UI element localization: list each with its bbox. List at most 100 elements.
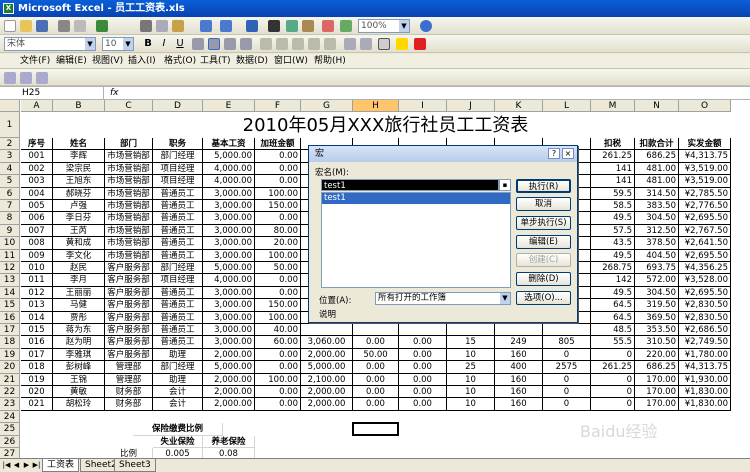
increase-indent-icon[interactable] <box>360 38 372 50</box>
table-cell[interactable]: 马健 <box>53 299 105 312</box>
menu-item[interactable]: 编辑(E) <box>56 55 87 68</box>
header-cell[interactable]: 姓名 <box>53 138 105 151</box>
table-cell[interactable]: 0.00 <box>255 274 301 287</box>
print-icon[interactable] <box>58 20 70 32</box>
table-cell[interactable]: 3,000.00 <box>203 224 255 238</box>
table-cell[interactable]: 10 <box>447 373 495 386</box>
header-cell[interactable]: 扣款合计 <box>635 138 679 151</box>
row-header[interactable]: 12 <box>0 262 20 275</box>
table-cell[interactable]: 2,000.00 <box>203 398 255 411</box>
table-cell[interactable]: 59.5 <box>591 187 635 200</box>
table-cell[interactable]: 100.00 <box>255 373 301 386</box>
table-cell[interactable]: 0 <box>543 348 591 362</box>
table-cell[interactable]: 64.5 <box>591 299 635 312</box>
table-cell[interactable]: 64.5 <box>591 311 635 324</box>
table-cell[interactable]: 018 <box>21 361 53 374</box>
table-cell[interactable]: 王芮 <box>53 224 105 238</box>
row-header[interactable]: 2 <box>0 138 20 151</box>
fx-icon[interactable]: fx <box>110 87 119 100</box>
table-cell[interactable]: 016 <box>21 336 53 349</box>
table-cell[interactable]: 0 <box>543 386 591 399</box>
table-cell[interactable]: 141 <box>591 175 635 188</box>
table-cell[interactable]: 管理部 <box>105 373 153 386</box>
table-cell[interactable]: 普通员工 <box>153 224 203 238</box>
table-cell[interactable]: 170.00 <box>635 398 679 411</box>
table-cell[interactable]: 160 <box>495 398 543 411</box>
table-cell[interactable]: 普通员工 <box>153 249 203 262</box>
column-header[interactable]: L <box>543 100 591 112</box>
table-cell[interactable]: ¥1,830.00 <box>679 386 731 399</box>
table-cell[interactable]: 160 <box>495 386 543 399</box>
copy-icon[interactable] <box>156 20 168 32</box>
underline-icon[interactable]: U <box>174 38 186 50</box>
spelling-icon[interactable] <box>96 20 108 32</box>
align-center-icon[interactable] <box>208 38 220 50</box>
table-cell[interactable]: 王旭东 <box>53 175 105 188</box>
table-cell[interactable]: 0.00 <box>399 336 447 349</box>
tab-gongzibiao[interactable]: 工资表 <box>42 459 80 472</box>
borders-icon[interactable] <box>378 38 390 50</box>
table-cell[interactable]: 019 <box>21 373 53 386</box>
table-cell[interactable]: 客户服务部 <box>105 262 153 275</box>
table-cell[interactable]: 管理部 <box>105 361 153 374</box>
table-cell[interactable]: ¥3,519.00 <box>679 162 731 176</box>
table-cell[interactable]: 80.00 <box>255 224 301 238</box>
table-cell[interactable]: 客户服务部 <box>105 324 153 337</box>
table-cell[interactable]: 805 <box>543 336 591 349</box>
table-cell[interactable]: 2,000.00 <box>203 386 255 399</box>
row-header[interactable]: 4 <box>0 162 20 176</box>
font-color-icon[interactable] <box>414 38 426 50</box>
menu-item[interactable]: 工具(T) <box>200 55 231 68</box>
table-cell[interactable]: ¥4,313.75 <box>679 361 731 374</box>
table-cell[interactable]: 2,000.00 <box>203 373 255 386</box>
table-cell[interactable]: 4,000.00 <box>203 162 255 176</box>
table-cell[interactable]: 013 <box>21 299 53 312</box>
table-cell[interactable]: 003 <box>21 175 53 188</box>
table-cell[interactable]: 4,000.00 <box>203 175 255 188</box>
table-cell[interactable]: 普通员工 <box>153 336 203 349</box>
table-cell[interactable]: 0.00 <box>255 175 301 188</box>
hyperlink-icon[interactable] <box>246 20 258 32</box>
name-box[interactable]: H25 <box>20 87 104 100</box>
column-header[interactable]: K <box>495 100 543 112</box>
table-cell[interactable]: ¥4,356.25 <box>679 262 731 275</box>
header-cell[interactable]: 序号 <box>21 138 53 151</box>
autosum-icon[interactable] <box>268 20 280 32</box>
table-cell[interactable]: 150.00 <box>255 200 301 213</box>
table-cell[interactable]: 150.00 <box>255 299 301 312</box>
table-cell[interactable]: 3,000.00 <box>203 324 255 337</box>
table-cell[interactable] <box>495 324 543 337</box>
table-cell[interactable]: ¥2,641.50 <box>679 237 731 250</box>
table-cell[interactable]: 客户服务部 <box>105 348 153 362</box>
help-icon[interactable]: ? <box>548 148 560 159</box>
table-cell[interactable]: 3,000.00 <box>203 299 255 312</box>
align-left-icon[interactable] <box>192 38 204 50</box>
sheet-title[interactable]: 2010年05月XXX旅行社员工工资表 <box>21 113 750 139</box>
row-header[interactable]: 7 <box>0 200 20 213</box>
table-cell[interactable]: 55.5 <box>591 336 635 349</box>
row-header[interactable]: 23 <box>0 398 20 411</box>
insurance-value[interactable]: 0.08 <box>203 448 255 458</box>
table-cell[interactable]: 普通员工 <box>153 200 203 213</box>
table-cell[interactable]: 220.00 <box>635 348 679 362</box>
table-cell[interactable]: 市场营销部 <box>105 175 153 188</box>
table-cell[interactable]: 014 <box>21 311 53 324</box>
row-header[interactable]: 21 <box>0 373 20 386</box>
table-cell[interactable]: 0.00 <box>353 336 399 349</box>
table-cell[interactable]: 客户服务部 <box>105 274 153 287</box>
row-header[interactable]: 19 <box>0 348 20 362</box>
table-cell[interactable]: 312.50 <box>635 224 679 238</box>
table-cell[interactable]: 100.00 <box>255 249 301 262</box>
table-cell[interactable]: ¥2,686.50 <box>679 324 731 337</box>
step-into-button[interactable]: 单步执行(S) <box>516 216 571 230</box>
table-cell[interactable]: 57.5 <box>591 224 635 238</box>
column-header[interactable]: I <box>399 100 447 112</box>
table-cell[interactable]: 3,000.00 <box>203 249 255 262</box>
table-cell[interactable]: 4,000.00 <box>203 274 255 287</box>
column-header[interactable]: G <box>301 100 353 112</box>
cut-icon[interactable] <box>140 20 152 32</box>
table-cell[interactable]: 005 <box>21 200 53 213</box>
table-cell[interactable]: 481.00 <box>635 162 679 176</box>
column-header[interactable]: O <box>679 100 731 112</box>
table-cell[interactable]: 369.50 <box>635 311 679 324</box>
